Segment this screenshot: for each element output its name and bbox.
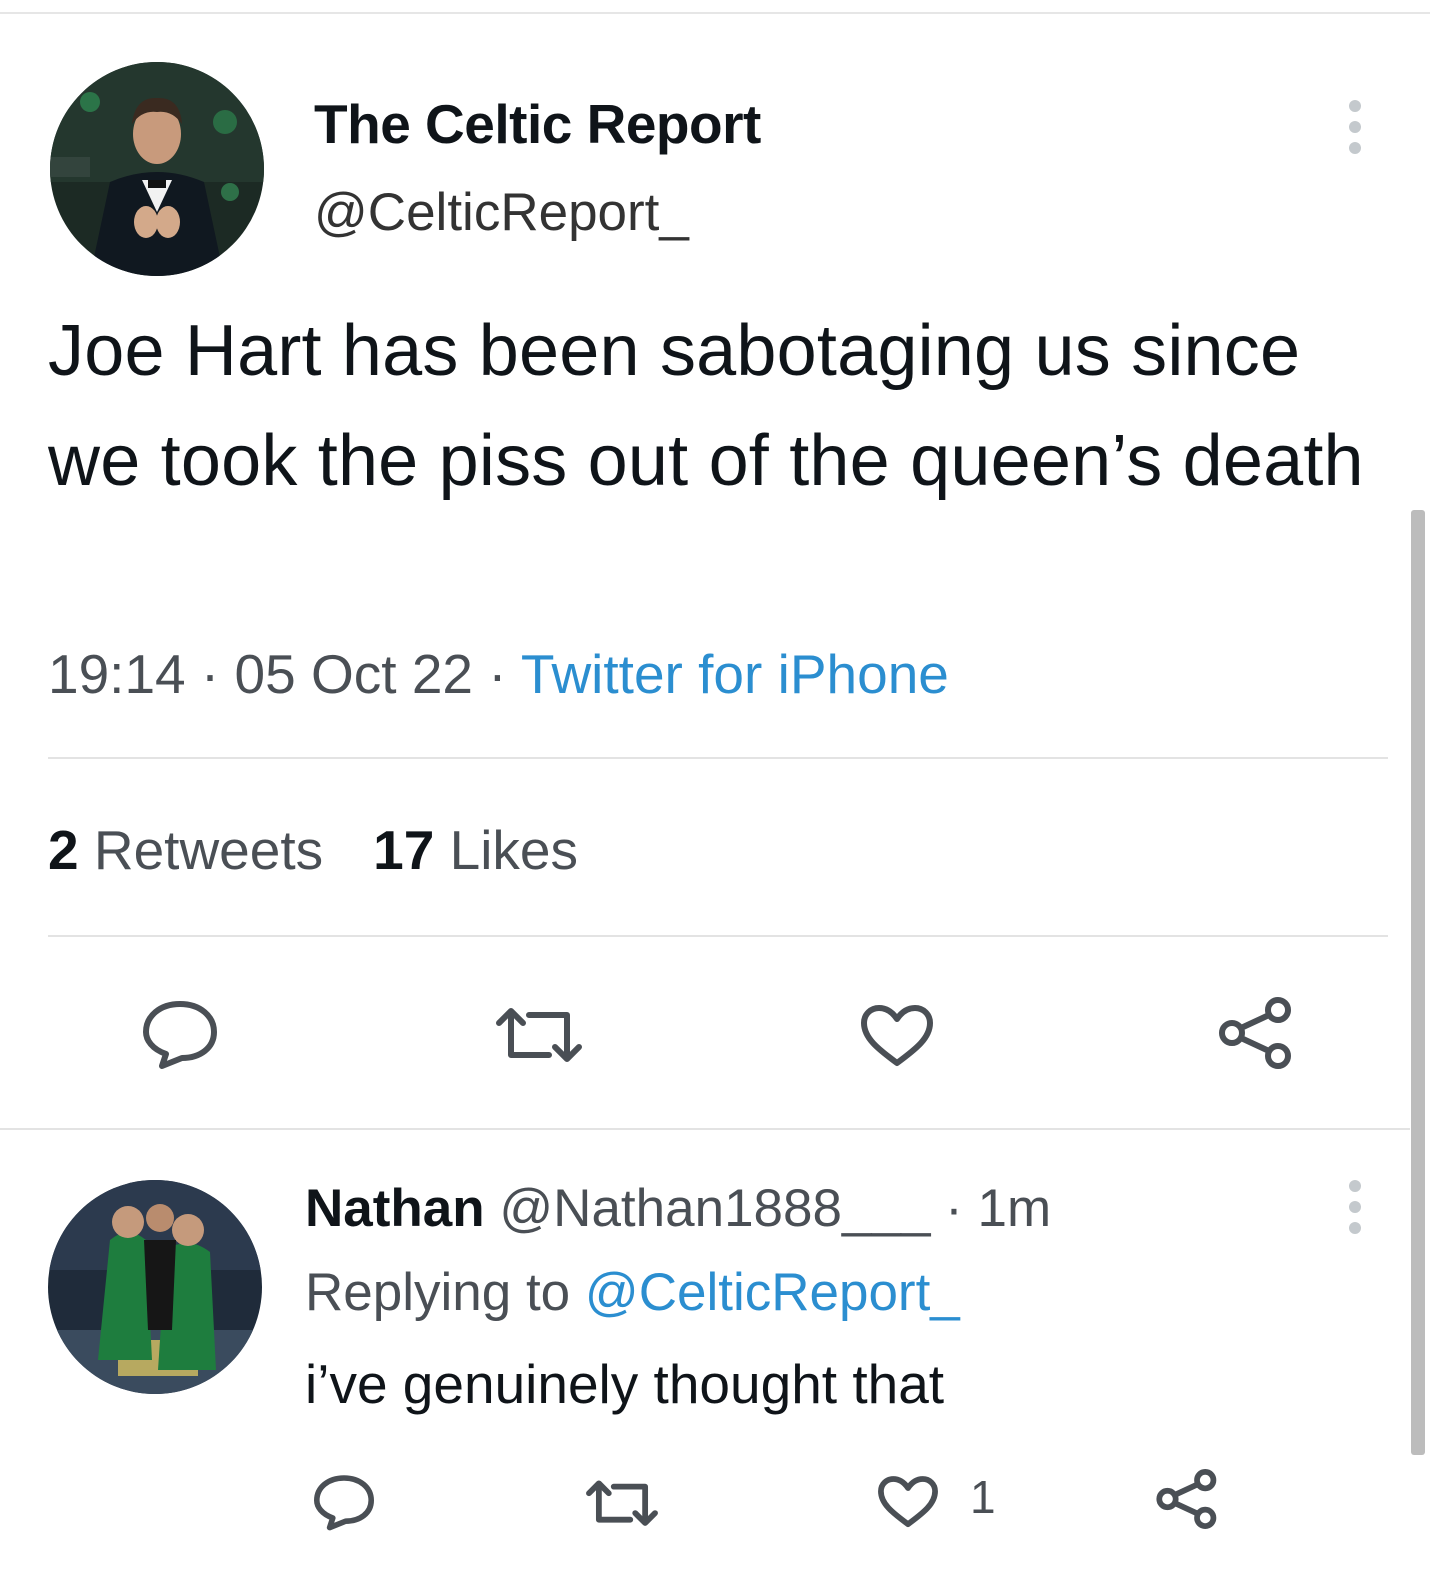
more-icon[interactable] (1340, 100, 1370, 154)
divider (48, 757, 1388, 759)
retweets-stat[interactable]: 2 Retweets (48, 819, 323, 881)
heart-icon (878, 1476, 938, 1528)
tweet-source-link[interactable]: Twitter for iPhone (521, 643, 949, 705)
reply-icon (143, 1001, 217, 1069)
meta-separator: · (185, 643, 235, 705)
likes-stat[interactable]: 17 Likes (373, 819, 578, 881)
scrollbar[interactable] (1411, 510, 1425, 1455)
reply-button[interactable] (140, 998, 220, 1070)
retweets-count: 2 (48, 819, 79, 881)
retweet-icon (496, 1008, 582, 1062)
share-icon (1156, 1469, 1217, 1529)
likes-count: 17 (373, 819, 435, 881)
tweet-text: Joe Hart has been sabotaging us since we… (48, 311, 1364, 501)
reply-header: Nathan @Nathan1888___ · 1m (305, 1178, 1051, 1239)
reply-icon (314, 1475, 374, 1531)
reply-author-display-name[interactable]: Nathan (305, 1179, 485, 1238)
share-icon (1219, 997, 1291, 1069)
replying-prefix: Replying to (305, 1263, 585, 1322)
top-divider (0, 12, 1430, 14)
heart-icon (861, 1005, 933, 1066)
tweet-meta: 19:14 · 05 Oct 22 · Twitter for iPhone (48, 642, 949, 706)
reply-author-handle[interactable]: @Nathan1888___ (499, 1179, 930, 1238)
retweets-label: Retweets (93, 819, 324, 881)
retweet-icon (586, 1480, 658, 1526)
reply-share-button[interactable] (1156, 1468, 1220, 1530)
tweet-time: 19:14 (48, 643, 186, 705)
retweet-button[interactable] (493, 1005, 585, 1067)
like-button[interactable] (858, 1003, 936, 1069)
author-avatar[interactable] (50, 62, 264, 276)
meta-separator: · (473, 643, 521, 705)
reply-reply-button[interactable] (312, 1473, 376, 1531)
divider (48, 935, 1388, 937)
author-handle[interactable]: @CelticReport_ (314, 182, 689, 243)
reply-author-avatar[interactable] (48, 1180, 262, 1394)
likes-label: Likes (449, 819, 579, 881)
reply-like-button[interactable] (876, 1474, 940, 1530)
author-display-name[interactable]: The Celtic Report (314, 92, 761, 156)
replying-to-mention[interactable]: @CelticReport_ (585, 1263, 960, 1322)
engagement-stats: 2 Retweets 17 Likes (48, 818, 578, 882)
share-button[interactable] (1218, 996, 1296, 1070)
reply-text: i’ve genuinely thought that (305, 1353, 945, 1415)
more-icon[interactable] (1340, 1180, 1370, 1234)
reply-time-ago: · 1m (945, 1179, 1052, 1238)
replying-to: Replying to @CelticReport_ (305, 1262, 960, 1323)
divider (0, 1128, 1410, 1130)
reply-retweet-button[interactable] (584, 1478, 660, 1530)
tweet-date: 05 Oct 22 (234, 643, 474, 705)
reply-like-count: 1 (970, 1471, 996, 1523)
